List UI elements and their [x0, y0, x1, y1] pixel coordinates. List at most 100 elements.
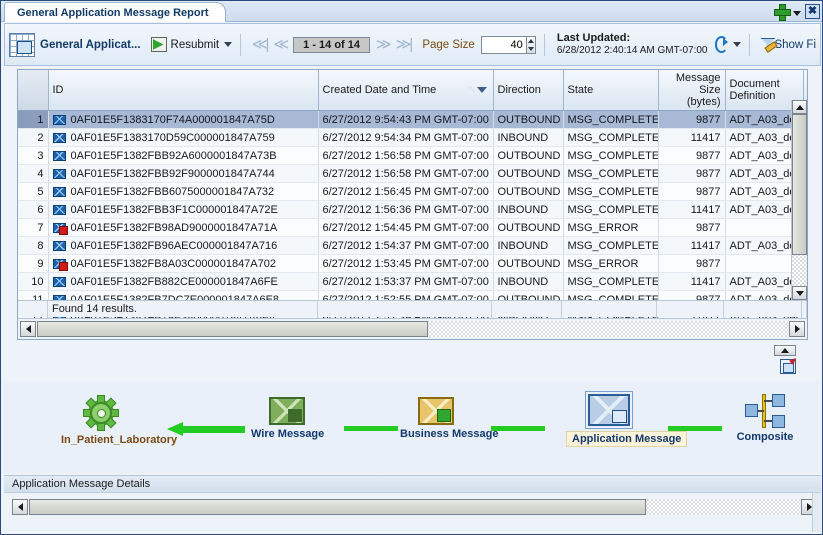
sort-indicator[interactable]	[464, 87, 487, 93]
cell-state[interactable]: MSG_COMPLETE	[563, 146, 659, 165]
table-row[interactable]: 2 0AF01E5F1383170D59C000001847A759 6/27/20…	[18, 128, 807, 147]
details-scroll-left-button[interactable]	[12, 499, 28, 515]
cell-direction[interactable]: OUTBOUND	[493, 146, 564, 165]
column-header-id[interactable]: ID	[48, 70, 319, 111]
cell-size[interactable]: 11417	[658, 236, 726, 255]
collapse-panel-button[interactable]	[774, 345, 796, 356]
chevron-down-icon[interactable]	[224, 42, 233, 47]
flow-node-business-message[interactable]: Business Message	[400, 397, 498, 440]
flow-node-composite[interactable]: Composite	[732, 394, 798, 443]
cell-size[interactable]: 9877	[658, 182, 726, 201]
row-number-cell[interactable]: 10	[18, 272, 49, 291]
cell-id[interactable]: 0AF01E5F1382FBB92A6000001847A73B	[48, 146, 319, 165]
details-horizontal-scrollbar[interactable]	[12, 498, 817, 516]
table-vertical-scrollbar[interactable]	[791, 100, 807, 300]
scroll-up-button[interactable]	[792, 100, 807, 114]
column-header-direction[interactable]: Direction	[493, 70, 564, 111]
first-page-button[interactable]: ≪|	[252, 37, 270, 52]
filter-icon[interactable]	[760, 38, 770, 52]
cell-size[interactable]: 9877	[658, 218, 726, 237]
cell-created[interactable]: 6/27/2012 1:54:37 PM GMT-07:00	[318, 236, 494, 255]
tab-general-application-message-report[interactable]: General Application Message Report	[4, 2, 226, 22]
cell-direction[interactable]: OUTBOUND	[493, 110, 564, 129]
cell-created[interactable]: 6/27/2012 1:56:58 PM GMT-07:00	[318, 146, 494, 165]
cell-state[interactable]: MSG_COMPLETE	[563, 110, 659, 129]
cell-size[interactable]: 11417	[658, 272, 726, 291]
show-filter-button[interactable]: Show Fi	[774, 39, 816, 51]
cell-size[interactable]: 9877	[658, 110, 726, 129]
table-horizontal-scrollbar[interactable]	[18, 318, 807, 339]
scroll-left-button[interactable]	[20, 321, 36, 337]
cell-id[interactable]: 0AF01E5F1382FB8A03C000001847A702	[48, 254, 319, 273]
sort-ascending-icon[interactable]	[464, 87, 475, 93]
hscroll-thumb[interactable]	[37, 321, 428, 337]
details-hscroll-track[interactable]	[29, 499, 800, 515]
column-header-size[interactable]: Message Size (bytes)	[658, 70, 726, 111]
cell-id[interactable]: 0AF01E5F1383170D59C000001847A759	[48, 128, 319, 147]
cell-id[interactable]: 0AF01E5F1382FB882CE000001847A6FE	[48, 272, 319, 291]
row-number-cell[interactable]: 4	[18, 164, 49, 183]
cell-created[interactable]: 6/27/2012 1:54:45 PM GMT-07:00	[318, 218, 494, 237]
details-hscroll-thumb[interactable]	[29, 499, 646, 515]
next-page-button[interactable]: ≫	[376, 37, 392, 52]
row-number-cell[interactable]: 1	[18, 110, 49, 129]
cell-direction[interactable]: INBOUND	[493, 272, 564, 291]
cell-state[interactable]: MSG_COMPLETE	[563, 164, 659, 183]
cell-id[interactable]: 0AF01E5F1382FBB6075000001847A732	[48, 182, 319, 201]
row-number-cell[interactable]: 9	[18, 254, 49, 273]
table-row[interactable]: 6 0AF01E5F1382FBB3F1C000001847A72E 6/27/20…	[18, 200, 807, 219]
flow-node-in-patient-laboratory[interactable]: In_Patient_Laboratory	[61, 395, 177, 446]
previous-page-button[interactable]: ≪	[273, 37, 289, 52]
cell-state[interactable]: MSG_COMPLETE	[563, 200, 659, 219]
cell-id[interactable]: 0AF01E5F1383170F74A000001847A75D	[48, 110, 319, 129]
table-row[interactable]: 9 0AF01E5F1382FB8A03C000001847A702 6/27/20…	[18, 254, 807, 273]
stepper-up[interactable]	[527, 37, 535, 45]
table-row[interactable]: 4 0AF01E5F1382FBB92F9000001847A744 6/27/20…	[18, 164, 807, 183]
table-row[interactable]: 7 0AF01E5F1382FB98AD9000001847A71A 6/27/20…	[18, 218, 807, 237]
page-size-input[interactable]	[480, 35, 527, 54]
row-number-cell[interactable]: 7	[18, 218, 49, 237]
refresh-chevron-down-icon[interactable]	[733, 42, 742, 47]
cell-id[interactable]: 0AF01E5F1382FB98AD9000001847A71A	[48, 218, 319, 237]
cell-state[interactable]: MSG_COMPLETE	[563, 272, 659, 291]
cell-state[interactable]: MSG_ERROR	[563, 218, 659, 237]
cell-direction[interactable]: OUTBOUND	[493, 164, 564, 183]
cell-direction[interactable]: INBOUND	[493, 200, 564, 219]
scroll-right-button[interactable]	[789, 321, 805, 337]
chevron-down-icon[interactable]	[793, 10, 801, 16]
refresh-icon[interactable]	[714, 36, 729, 53]
cell-id[interactable]: 0AF01E5F1382FB96AEC000001847A716	[48, 236, 319, 255]
cell-id[interactable]: 0AF01E5F1382FBB92F9000001847A744	[48, 164, 319, 183]
cell-created[interactable]: 6/27/2012 9:54:34 PM GMT-07:00	[318, 128, 494, 147]
cell-state[interactable]: MSG_COMPLETE	[563, 182, 659, 201]
row-number-cell[interactable]: 2	[18, 128, 49, 147]
cell-created[interactable]: 6/27/2012 1:56:58 PM GMT-07:00	[318, 164, 494, 183]
vscroll-thumb[interactable]	[792, 114, 807, 256]
row-number-cell[interactable]: 8	[18, 236, 49, 255]
cell-state[interactable]: MSG_COMPLETE	[563, 128, 659, 147]
cell-direction[interactable]: OUTBOUND	[493, 218, 564, 237]
column-header-state[interactable]: State	[563, 70, 659, 111]
table-row[interactable]: 10 0AF01E5F1382FB882CE000001847A6FE 6/27/2…	[18, 272, 807, 291]
cell-created[interactable]: 6/27/2012 1:56:45 PM GMT-07:00	[318, 182, 494, 201]
column-header-created[interactable]: Created Date and Time	[318, 70, 494, 111]
cell-size[interactable]: 9877	[658, 254, 726, 273]
vscroll-track[interactable]	[792, 114, 807, 286]
row-number-cell[interactable]: 5	[18, 182, 49, 201]
cell-direction[interactable]: INBOUND	[493, 128, 564, 147]
table-row[interactable]: 5 0AF01E5F1382FBB6075000001847A732 6/27/20…	[18, 182, 807, 201]
flow-node-wire-message[interactable]: Wire Message	[251, 397, 324, 440]
cell-created[interactable]: 6/27/2012 1:53:45 PM GMT-07:00	[318, 254, 494, 273]
row-number-cell[interactable]: 6	[18, 200, 49, 219]
hscroll-track[interactable]	[37, 321, 788, 337]
cell-size[interactable]: 11417	[658, 200, 726, 219]
page-size-stepper[interactable]	[526, 35, 537, 54]
cell-size[interactable]: 9877	[658, 146, 726, 165]
sort-descending-icon[interactable]	[476, 87, 487, 93]
plus-icon[interactable]	[774, 4, 791, 21]
stepper-down[interactable]	[527, 45, 535, 53]
table-row[interactable]: 3 0AF01E5F1382FBB92A6000001847A73B 6/27/20…	[18, 146, 807, 165]
cell-created[interactable]: 6/27/2012 9:54:43 PM GMT-07:00	[318, 110, 494, 129]
resubmit-button[interactable]: Resubmit	[150, 37, 233, 52]
cell-direction[interactable]: INBOUND	[493, 236, 564, 255]
